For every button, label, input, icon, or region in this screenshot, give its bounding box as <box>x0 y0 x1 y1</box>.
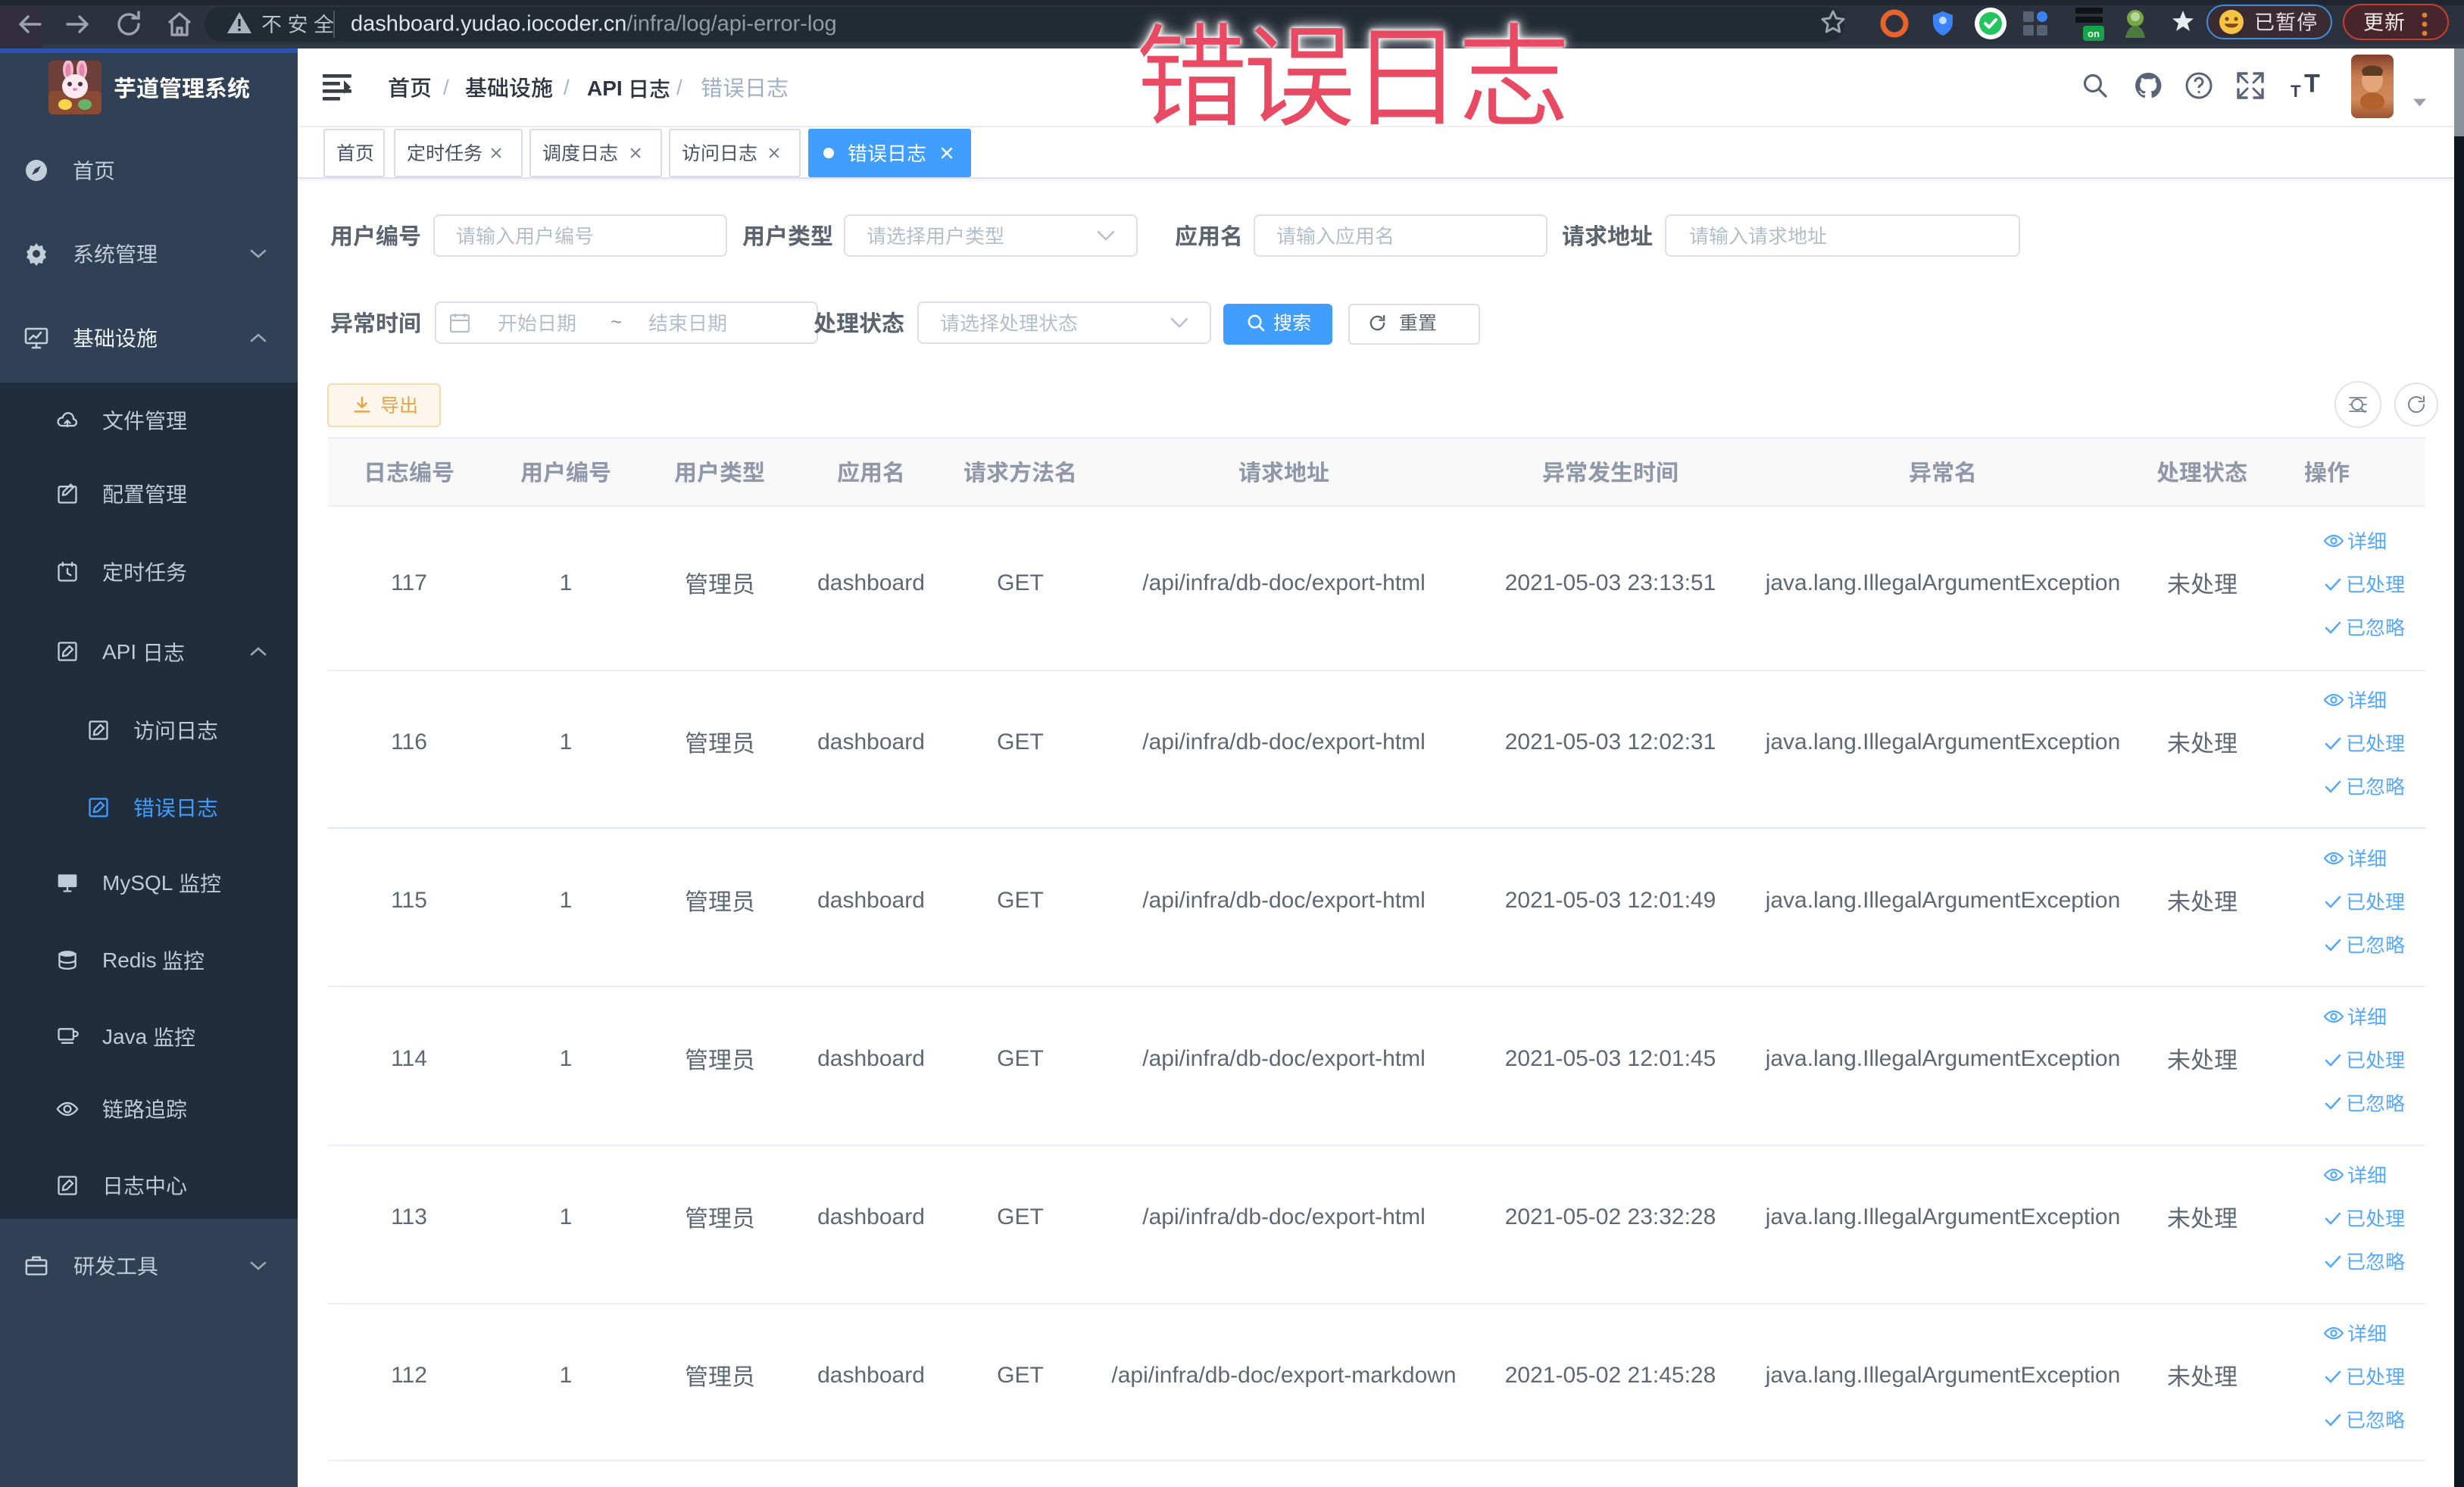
svg-text:on: on <box>2088 28 2100 39</box>
